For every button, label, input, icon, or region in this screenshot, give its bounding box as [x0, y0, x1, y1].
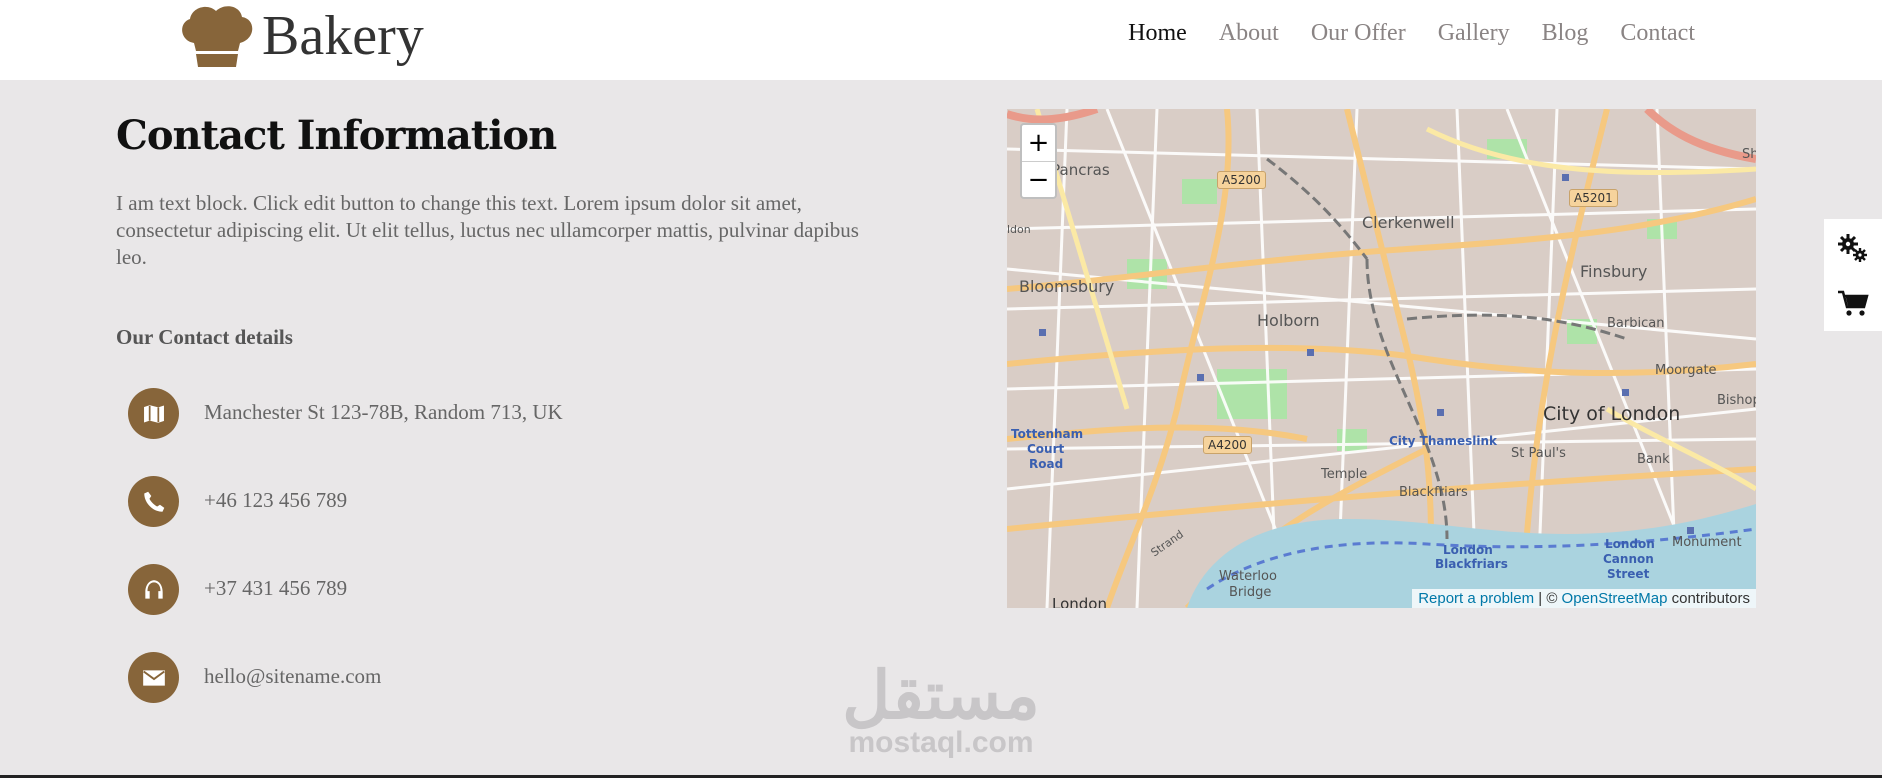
page-title: Contact Information	[116, 112, 557, 159]
map-label-moorgate: Moorgate	[1655, 363, 1717, 378]
headphones-icon	[128, 564, 179, 615]
map-label-cannon-3: Street	[1607, 567, 1650, 581]
watermark: مستقل mostaql.com	[838, 658, 1044, 760]
map-label-city-thameslink: City Thameslink	[1389, 434, 1498, 448]
map-label-bloomsbury: Bloomsbury	[1019, 277, 1115, 296]
report-problem-link[interactable]: Report a problem	[1418, 590, 1534, 607]
map-label-barbican: Barbican	[1607, 316, 1665, 331]
support-phone-text[interactable]: +37 431 456 789	[204, 576, 347, 601]
contact-details-heading: Our Contact details	[116, 325, 293, 349]
contact-address: Manchester St 123-78B, Random 713, UK	[128, 388, 563, 476]
brand-logo[interactable]: Bakery	[178, 0, 424, 72]
attribution-separator: | ©	[1534, 590, 1562, 607]
map-label-cannon-1: London	[1605, 537, 1655, 551]
attribution-suffix: contributors	[1667, 590, 1750, 607]
envelope-icon	[128, 652, 179, 703]
phone-icon	[128, 476, 179, 527]
email-text[interactable]: hello@sitename.com	[204, 664, 381, 689]
nav-contact[interactable]: Contact	[1620, 20, 1695, 47]
road-badge-a4200: A4200	[1203, 436, 1252, 454]
map-icon	[128, 388, 179, 439]
main-nav: Home About Our Offer Gallery Blog Contac…	[1128, 20, 1695, 47]
map-label-road: Road	[1029, 457, 1064, 471]
map-label-partial: ldon	[1007, 223, 1031, 236]
map-label-city-of-london: City of London	[1543, 403, 1681, 425]
nav-home[interactable]: Home	[1128, 20, 1187, 47]
contact-email: hello@sitename.com	[128, 652, 563, 740]
map-label-monument: Monument	[1672, 535, 1742, 550]
map-widget[interactable]: St Pancras ldon Clerkenwell Finsbury Blo…	[1007, 109, 1756, 608]
map-label-bank: Bank	[1637, 452, 1670, 467]
nav-our-offer[interactable]: Our Offer	[1311, 20, 1406, 47]
map-tiles[interactable]	[1007, 109, 1756, 608]
map-label-waterloo: Waterloo	[1219, 569, 1277, 584]
map-label-london-blackfriars-2: Blackfriars	[1435, 557, 1508, 571]
osm-link[interactable]: OpenStreetMap	[1562, 590, 1668, 607]
nav-gallery[interactable]: Gallery	[1438, 20, 1510, 47]
map-label-sh: Sh	[1742, 147, 1756, 162]
map-label-temple: Temple	[1321, 467, 1368, 482]
map-label-holborn: Holborn	[1257, 311, 1320, 330]
zoom-out-button[interactable]: −	[1022, 161, 1055, 197]
map-label-blackfriars: Blackfriars	[1399, 485, 1468, 500]
gears-icon[interactable]	[1824, 219, 1882, 275]
map-label-london: London	[1052, 595, 1107, 608]
map-label-st-pauls: St Paul's	[1511, 446, 1566, 461]
nav-blog[interactable]: Blog	[1542, 20, 1589, 47]
site-header: Bakery Home About Our Offer Gallery Blog…	[0, 0, 1882, 80]
brand-name: Bakery	[262, 5, 424, 67]
map-label-cannon-2: Cannon	[1603, 552, 1654, 566]
map-label-tottenham: Tottenham	[1011, 427, 1084, 441]
side-panel	[1824, 219, 1882, 331]
road-badge-a5201: A5201	[1569, 189, 1618, 207]
contact-support: +37 431 456 789	[128, 564, 563, 652]
map-label-london-blackfriars-1: London	[1443, 543, 1493, 557]
contact-list: Manchester St 123-78B, Random 713, UK +4…	[128, 388, 563, 740]
intro-text: I am text block. Click edit button to ch…	[116, 191, 859, 269]
contact-phone: +46 123 456 789	[128, 476, 563, 564]
map-label-finsbury: Finsbury	[1580, 262, 1648, 281]
chef-hat-icon	[182, 6, 253, 67]
map-attribution: Report a problem | © OpenStreetMap contr…	[1412, 589, 1756, 608]
phone-text[interactable]: +46 123 456 789	[204, 488, 347, 513]
map-label-bridge: Bridge	[1229, 585, 1272, 600]
map-label-bishop: Bishop	[1717, 393, 1756, 408]
map-zoom-control: + −	[1020, 123, 1057, 199]
zoom-in-button[interactable]: +	[1022, 125, 1055, 161]
nav-about[interactable]: About	[1219, 20, 1279, 47]
watermark-latin: mostaql.com	[848, 726, 1034, 759]
map-label-court: Court	[1027, 442, 1065, 456]
road-badge-a5200: A5200	[1217, 171, 1266, 189]
watermark-arabic: مستقل	[842, 658, 1040, 732]
cart-icon[interactable]	[1824, 275, 1882, 331]
address-text: Manchester St 123-78B, Random 713, UK	[204, 400, 563, 424]
map-label-clerkenwell: Clerkenwell	[1362, 213, 1455, 232]
